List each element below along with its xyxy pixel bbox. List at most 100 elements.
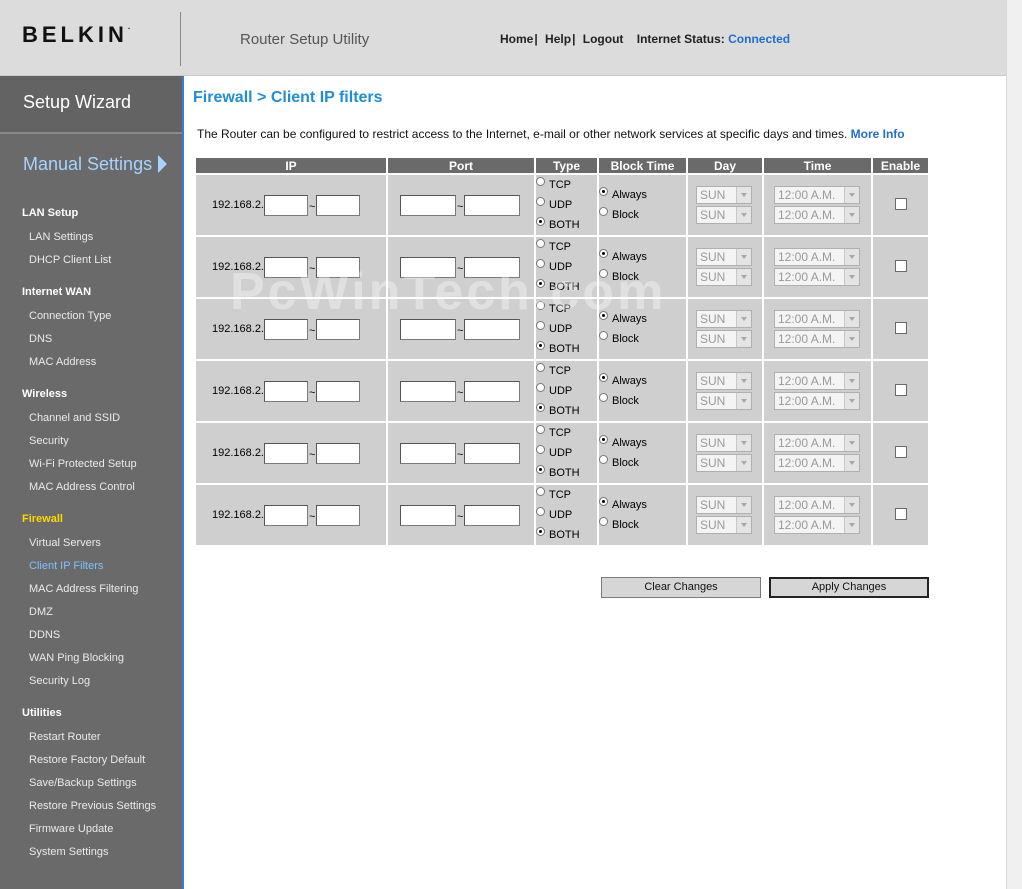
sidebar-item-dmz[interactable]: DMZ xyxy=(29,606,53,618)
ip-start-input[interactable] xyxy=(264,380,308,402)
section-utilities[interactable]: Utilities xyxy=(22,707,62,719)
radio-always[interactable] xyxy=(599,248,608,258)
chevron-down-icon[interactable] xyxy=(736,455,751,471)
sidebar-item-mac-address-filtering[interactable]: MAC Address Filtering xyxy=(29,583,138,595)
time-to-select[interactable]: 12:00 A.M. xyxy=(774,516,860,534)
radio-tcp[interactable] xyxy=(536,176,545,186)
chevron-down-icon[interactable] xyxy=(844,373,859,389)
port-start-input[interactable] xyxy=(400,380,456,402)
chevron-down-icon[interactable] xyxy=(844,393,859,409)
chevron-down-icon[interactable] xyxy=(736,207,751,223)
sidebar-item-restore-factory-default[interactable]: Restore Factory Default xyxy=(29,754,145,766)
port-end-input[interactable] xyxy=(464,194,521,216)
type-option[interactable]: BOTH xyxy=(536,401,597,421)
day-to-select[interactable]: SUN xyxy=(696,268,752,286)
day-to-select[interactable]: SUN xyxy=(696,330,752,348)
chevron-down-icon[interactable] xyxy=(844,331,859,347)
apply-changes-button[interactable]: Apply Changes xyxy=(769,577,929,598)
enable-checkbox[interactable] xyxy=(894,507,907,520)
enable-checkbox[interactable] xyxy=(894,197,907,210)
port-end-input[interactable] xyxy=(464,442,521,464)
ip-start-input[interactable] xyxy=(264,442,308,464)
day-from-select[interactable]: SUN xyxy=(696,434,752,452)
sidebar-item-connection-type[interactable]: Connection Type xyxy=(29,310,111,322)
section-lan-setup[interactable]: LAN Setup xyxy=(22,207,78,219)
section-wireless[interactable]: Wireless xyxy=(22,388,67,400)
time-to-select[interactable]: 12:00 A.M. xyxy=(774,206,860,224)
radio-udp[interactable] xyxy=(536,506,545,516)
sidebar-item-channel-ssid[interactable]: Channel and SSID xyxy=(29,412,120,424)
sidebar-item-wan-ping-blocking[interactable]: WAN Ping Blocking xyxy=(29,652,124,664)
chevron-down-icon[interactable] xyxy=(844,187,859,203)
chevron-down-icon[interactable] xyxy=(736,393,751,409)
time-from-select[interactable]: 12:00 A.M. xyxy=(774,496,860,514)
port-end-input[interactable] xyxy=(464,504,521,526)
manual-settings-link[interactable]: Manual Settings xyxy=(23,154,168,175)
sidebar-item-security-log[interactable]: Security Log xyxy=(29,675,90,687)
sidebar-item-mac-address-control[interactable]: MAC Address Control xyxy=(29,481,135,493)
port-start-input[interactable] xyxy=(400,194,456,216)
sidebar-item-dns[interactable]: DNS xyxy=(29,333,52,345)
clear-changes-button[interactable]: Clear Changes xyxy=(601,577,761,598)
chevron-down-icon[interactable] xyxy=(844,435,859,451)
day-from-select[interactable]: SUN xyxy=(696,310,752,328)
type-option[interactable]: BOTH xyxy=(536,525,597,545)
type-option[interactable]: UDP xyxy=(536,195,597,215)
setup-wizard-link[interactable]: Setup Wizard xyxy=(0,76,182,134)
section-internet-wan[interactable]: Internet WAN xyxy=(22,286,91,298)
chevron-down-icon[interactable] xyxy=(844,269,859,285)
radio-tcp[interactable] xyxy=(536,424,545,434)
day-to-select[interactable]: SUN xyxy=(696,516,752,534)
enable-checkbox[interactable] xyxy=(894,321,907,334)
block-time-option[interactable]: Block xyxy=(599,391,686,411)
sidebar-item-restart-router[interactable]: Restart Router xyxy=(29,731,101,743)
chevron-down-icon[interactable] xyxy=(736,517,751,533)
help-link[interactable]: Help xyxy=(545,32,571,46)
time-to-select[interactable]: 12:00 A.M. xyxy=(774,392,860,410)
radio-udp[interactable] xyxy=(536,382,545,392)
chevron-down-icon[interactable] xyxy=(844,455,859,471)
time-from-select[interactable]: 12:00 A.M. xyxy=(774,248,860,266)
type-option[interactable]: UDP xyxy=(536,381,597,401)
sidebar-item-restore-previous-settings[interactable]: Restore Previous Settings xyxy=(29,800,156,812)
radio-both[interactable] xyxy=(536,216,545,226)
block-time-option[interactable]: Always xyxy=(599,185,686,205)
radio-both[interactable] xyxy=(536,464,545,474)
chevron-down-icon[interactable] xyxy=(736,269,751,285)
enable-checkbox[interactable] xyxy=(894,383,907,396)
radio-both[interactable] xyxy=(536,402,545,412)
radio-tcp[interactable] xyxy=(536,362,545,372)
radio-tcp[interactable] xyxy=(536,486,545,496)
type-option[interactable]: TCP xyxy=(536,361,597,381)
chevron-down-icon[interactable] xyxy=(844,249,859,265)
radio-always[interactable] xyxy=(599,496,608,506)
radio-always[interactable] xyxy=(599,434,608,444)
ip-end-input[interactable] xyxy=(316,194,361,216)
radio-block[interactable] xyxy=(599,454,608,464)
block-time-option[interactable]: Always xyxy=(599,433,686,453)
chevron-down-icon[interactable] xyxy=(844,497,859,513)
block-time-option[interactable]: Block xyxy=(599,205,686,225)
day-from-select[interactable]: SUN xyxy=(696,496,752,514)
type-option[interactable]: UDP xyxy=(536,443,597,463)
chevron-down-icon[interactable] xyxy=(736,249,751,265)
time-to-select[interactable]: 12:00 A.M. xyxy=(774,330,860,348)
sidebar-item-virtual-servers[interactable]: Virtual Servers xyxy=(29,537,101,549)
radio-always[interactable] xyxy=(599,186,608,196)
chevron-down-icon[interactable] xyxy=(736,311,751,327)
sidebar-item-client-ip-filters[interactable]: Client IP Filters xyxy=(29,560,103,572)
type-option[interactable]: TCP xyxy=(536,423,597,443)
type-option[interactable]: TCP xyxy=(536,485,597,505)
block-time-option[interactable]: Block xyxy=(599,515,686,535)
sidebar-item-mac-address[interactable]: MAC Address xyxy=(29,356,96,368)
day-to-select[interactable]: SUN xyxy=(696,206,752,224)
radio-tcp[interactable] xyxy=(536,238,545,248)
chevron-down-icon[interactable] xyxy=(736,497,751,513)
chevron-down-icon[interactable] xyxy=(736,187,751,203)
type-option[interactable]: BOTH xyxy=(536,339,597,359)
ip-end-input[interactable] xyxy=(316,504,361,526)
day-to-select[interactable]: SUN xyxy=(696,392,752,410)
type-option[interactable]: TCP xyxy=(536,175,597,195)
more-info-link[interactable]: More Info xyxy=(851,127,905,141)
chevron-down-icon[interactable] xyxy=(736,373,751,389)
